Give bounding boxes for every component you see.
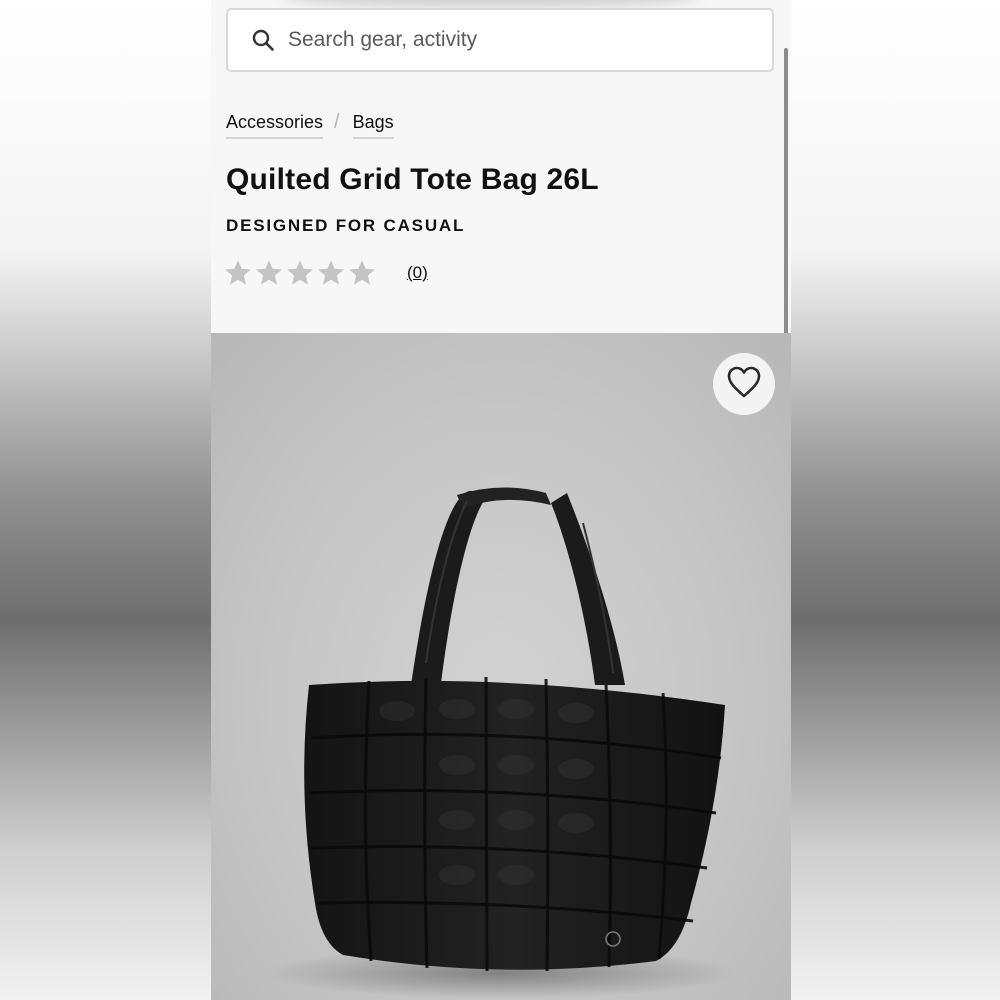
star-icon [225,260,251,285]
screenshot-backdrop: Accessories / Bags Quilted Grid Tote Bag… [0,0,1000,1000]
top-shadow [281,0,701,6]
product-subtitle: DESIGNED FOR CASUAL [226,216,466,235]
product-image[interactable] [211,333,791,1000]
search-icon[interactable] [250,27,276,53]
scrollbar[interactable] [784,48,788,344]
breadcrumb-bags-link[interactable]: Bags [352,112,394,139]
tote-bag-image [266,487,736,999]
star-icon [256,260,282,285]
star-icon [287,260,313,285]
reviews-count-link[interactable]: (0) [407,263,428,283]
star-icon [349,260,375,285]
product-page: Accessories / Bags Quilted Grid Tote Bag… [211,0,791,1000]
breadcrumb-separator: / [334,111,340,133]
breadcrumb: Accessories / Bags [226,111,394,139]
product-title: Quilted Grid Tote Bag 26L [226,163,599,196]
favorite-button[interactable] [713,353,775,415]
star-icon [318,260,344,285]
heart-icon [726,365,762,404]
breadcrumb-accessories-link[interactable]: Accessories [226,112,324,139]
star-rating[interactable] [223,258,377,288]
search-input[interactable] [286,27,740,53]
rating-row: (0) [223,258,428,288]
search-bar[interactable] [226,8,774,72]
